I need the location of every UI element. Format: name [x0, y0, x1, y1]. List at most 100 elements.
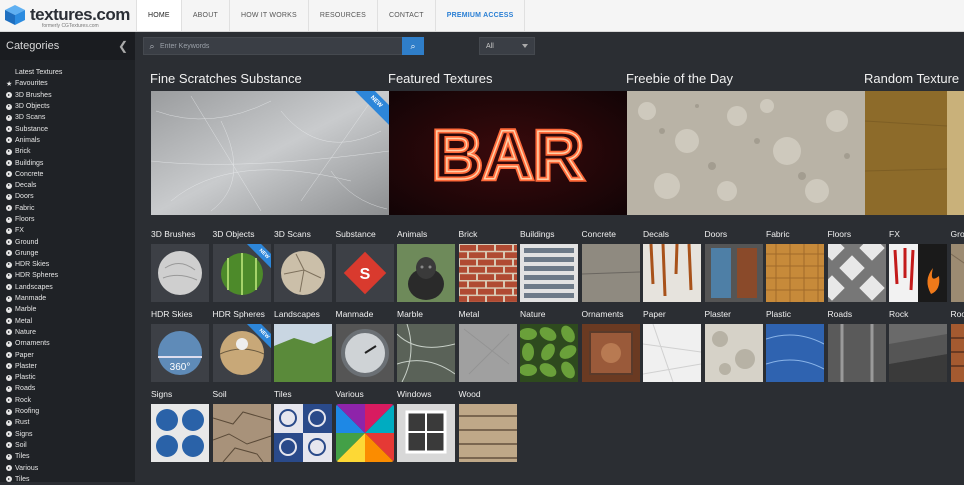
grid-thumbnail-doors[interactable] [705, 244, 763, 302]
search-button[interactable]: ⌕ [402, 37, 424, 55]
grid-thumbnail-windows[interactable] [397, 404, 455, 462]
grid-thumbnail-gro[interactable] [951, 244, 964, 302]
grid-label-ornaments[interactable]: Ornaments [582, 309, 624, 319]
sidebar-item-manmade[interactable]: Manmade [0, 293, 135, 304]
sidebar-item-3d-objects[interactable]: 3D Objects [0, 101, 135, 112]
featured-image-random[interactable] [865, 91, 964, 215]
grid-label-marble[interactable]: Marble [397, 309, 423, 319]
sidebar-item-favourites[interactable]: ★Favourites [0, 78, 135, 89]
grid-thumbnail-substance[interactable]: S [336, 244, 394, 302]
sidebar-item-rock[interactable]: Rock [0, 395, 135, 406]
grid-thumbnail-brick[interactable] [459, 244, 517, 302]
grid-label-3d-brushes[interactable]: 3D Brushes [151, 229, 195, 239]
nav-home[interactable]: HOME [136, 0, 181, 31]
featured-image-scratches[interactable]: NEW [151, 91, 389, 215]
grid-label-landscapes[interactable]: Landscapes [274, 309, 320, 319]
grid-thumbnail-soil[interactable] [213, 404, 271, 462]
grid-thumbnail-nature[interactable] [520, 324, 578, 382]
sidebar-item-signs[interactable]: Signs [0, 429, 135, 440]
grid-thumbnail-buildings[interactable] [520, 244, 578, 302]
grid-thumbnail-ornaments[interactable] [582, 324, 640, 382]
sidebar-item-tiles[interactable]: Tiles [0, 474, 135, 485]
sidebar-item-buildings[interactable]: Buildings [0, 157, 135, 168]
grid-label-fx[interactable]: FX [889, 229, 900, 239]
grid-label-gro[interactable]: Gro [951, 229, 964, 239]
grid-label-rock[interactable]: Rock [889, 309, 908, 319]
grid-thumbnail-tiles[interactable] [274, 404, 332, 462]
grid-label-roads[interactable]: Roads [828, 309, 853, 319]
grid-thumbnail-plastic[interactable] [766, 324, 824, 382]
sidebar-item-substance[interactable]: Substance [0, 123, 135, 134]
search-input[interactable] [160, 43, 340, 50]
grid-label-animals[interactable]: Animals [397, 229, 427, 239]
sidebar-item-nature[interactable]: Nature [0, 327, 135, 338]
grid-thumbnail-signs[interactable] [151, 404, 209, 462]
grid-thumbnail-wood[interactable] [459, 404, 517, 462]
grid-thumbnail-metal[interactable] [459, 324, 517, 382]
sidebar-item-marble[interactable]: Marble [0, 304, 135, 315]
grid-label-various[interactable]: Various [336, 389, 364, 399]
grid-label-3d-objects[interactable]: 3D Objects [213, 229, 255, 239]
grid-label-fabric[interactable]: Fabric [766, 229, 790, 239]
grid-label-windows[interactable]: Windows [397, 389, 431, 399]
grid-label-plaster[interactable]: Plaster [705, 309, 731, 319]
sidebar-item-ground[interactable]: Ground [0, 236, 135, 247]
grid-label-decals[interactable]: Decals [643, 229, 669, 239]
grid-label-plastic[interactable]: Plastic [766, 309, 791, 319]
grid-thumbnail-floors[interactable] [828, 244, 886, 302]
grid-label-floors[interactable]: Floors [828, 229, 852, 239]
grid-label-wood[interactable]: Wood [459, 389, 481, 399]
nav-how-it-works[interactable]: HOW IT WORKS [229, 0, 308, 31]
grid-thumbnail-3d-brushes[interactable] [151, 244, 209, 302]
sidebar-item-roads[interactable]: Roads [0, 383, 135, 394]
collapse-sidebar-icon[interactable]: ❮ [115, 39, 131, 53]
grid-thumbnail-roo[interactable] [951, 324, 964, 382]
grid-thumbnail-fabric[interactable] [766, 244, 824, 302]
sidebar-item-metal[interactable]: Metal [0, 316, 135, 327]
nav-about[interactable]: ABOUT [181, 0, 229, 31]
sidebar-item-various[interactable]: Various [0, 462, 135, 473]
grid-thumbnail-fx[interactable] [889, 244, 947, 302]
grid-label-nature[interactable]: Nature [520, 309, 546, 319]
sidebar-item-animals[interactable]: Animals [0, 135, 135, 146]
featured-image-bar[interactable]: BAR BAR [389, 91, 627, 215]
sidebar-item-fx[interactable]: FX [0, 225, 135, 236]
grid-thumbnail-landscapes[interactable] [274, 324, 332, 382]
grid-thumbnail-marble[interactable] [397, 324, 455, 382]
grid-thumbnail-concrete[interactable] [582, 244, 640, 302]
grid-label-paper[interactable]: Paper [643, 309, 666, 319]
grid-thumbnail-roads[interactable] [828, 324, 886, 382]
grid-thumbnail-animals[interactable] [397, 244, 455, 302]
grid-thumbnail-plaster[interactable] [705, 324, 763, 382]
sidebar-item-ornaments[interactable]: Ornaments [0, 338, 135, 349]
grid-thumbnail-hdr-skies[interactable]: 360° [151, 324, 209, 382]
grid-label-concrete[interactable]: Concrete [582, 229, 617, 239]
sidebar-item-doors[interactable]: Doors [0, 191, 135, 202]
grid-thumbnail-hdr-spheres[interactable]: NEW [213, 324, 271, 382]
sidebar-item-tiles[interactable]: Tiles [0, 451, 135, 462]
search-scope-select[interactable]: All [479, 37, 535, 55]
sidebar-item-decals[interactable]: Decals [0, 180, 135, 191]
sidebar-item-roofing[interactable]: Roofing [0, 406, 135, 417]
grid-label-3d-scans[interactable]: 3D Scans [274, 229, 311, 239]
sidebar-item-hdr-skies[interactable]: HDR Skies [0, 259, 135, 270]
grid-thumbnail-3d-objects[interactable]: NEW [213, 244, 271, 302]
grid-label-doors[interactable]: Doors [705, 229, 728, 239]
grid-thumbnail-rock[interactable] [889, 324, 947, 382]
grid-thumbnail-various[interactable] [336, 404, 394, 462]
nav-premium-access[interactable]: PREMIUM ACCESS [435, 0, 526, 31]
sidebar-item-landscapes[interactable]: Landscapes [0, 282, 135, 293]
sidebar-item-3d-scans[interactable]: 3D Scans [0, 112, 135, 123]
sidebar-item-grunge[interactable]: Grunge [0, 248, 135, 259]
grid-label-brick[interactable]: Brick [459, 229, 478, 239]
sidebar-item-brick[interactable]: Brick [0, 146, 135, 157]
sidebar-item-rust[interactable]: Rust [0, 417, 135, 428]
grid-label-substance[interactable]: Substance [336, 229, 376, 239]
grid-label-buildings[interactable]: Buildings [520, 229, 555, 239]
grid-label-signs[interactable]: Signs [151, 389, 172, 399]
sidebar-item-plaster[interactable]: Plaster [0, 361, 135, 372]
grid-label-hdr-spheres[interactable]: HDR Spheres [213, 309, 265, 319]
sidebar-item-soil[interactable]: Soil [0, 440, 135, 451]
grid-thumbnail-decals[interactable] [643, 244, 701, 302]
sidebar-item-plastic[interactable]: Plastic [0, 372, 135, 383]
